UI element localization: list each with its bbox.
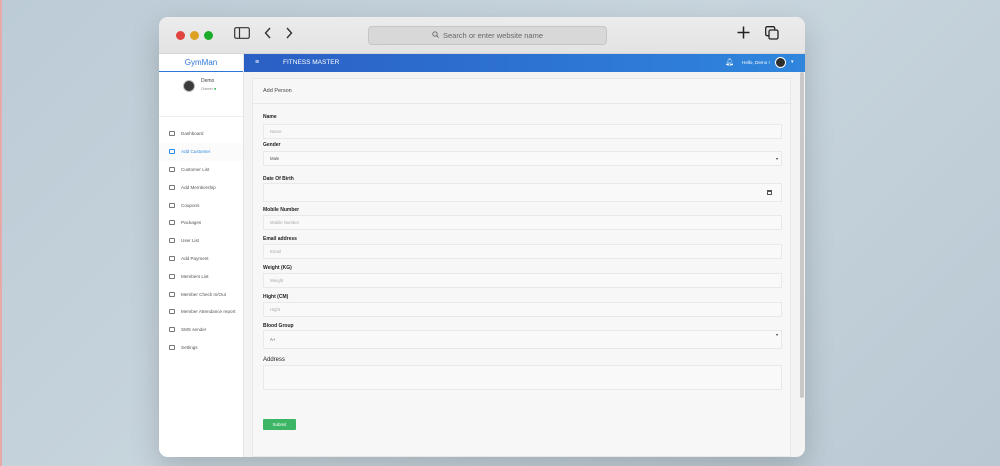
address-bar-placeholder: Search or enter website name <box>442 31 544 40</box>
flag-icon <box>169 344 175 350</box>
app-header: ≡ FITNESS MASTER 🔔︎ Hello, Demo ! ▾ <box>244 54 805 72</box>
gender-value: Male <box>270 156 280 161</box>
browser-toolbar: Search or enter website name <box>159 17 805 54</box>
sidebar-toggle-icon[interactable] <box>234 26 250 44</box>
height-field[interactable]: Hight <box>263 302 782 317</box>
address-bar[interactable]: Search or enter website name <box>368 26 607 45</box>
sidebar-item-sms-sender[interactable]: SMS sender <box>159 321 243 339</box>
profile-role: Owner ● <box>201 86 217 91</box>
maximize-window-button[interactable] <box>204 31 213 40</box>
sms-icon <box>169 327 175 333</box>
menu-icon[interactable]: ≡ <box>255 59 259 67</box>
mobile-field[interactable]: Mobile Number <box>263 215 782 230</box>
brand-logo[interactable]: GymMan <box>159 54 243 72</box>
name-field[interactable]: Name <box>263 124 782 139</box>
sidebar-item-settings[interactable]: Settings <box>159 339 243 357</box>
sidebar-item-coupons[interactable]: Coupons <box>159 196 243 214</box>
select-arrow-icon: ▾ <box>775 156 778 161</box>
dob-label: Date Of Birth <box>263 176 294 182</box>
coupon-icon <box>169 202 175 208</box>
submit-button[interactable]: Submit <box>263 419 296 430</box>
blood-group-label: Blood Group <box>263 323 294 329</box>
weight-field[interactable]: Weight <box>263 273 782 288</box>
card-icon <box>169 291 175 297</box>
app-title: FITNESS MASTER <box>283 59 340 66</box>
notification-bell-icon[interactable]: 🔔︎ <box>725 58 734 66</box>
height-label: Hight (CM) <box>263 294 289 300</box>
browser-window: Search or enter website name GymMan Demo… <box>159 17 805 457</box>
users-icon <box>169 238 175 244</box>
address-label: Address <box>263 357 286 363</box>
user-avatar[interactable] <box>775 57 786 68</box>
avatar <box>183 80 195 92</box>
sidebar-item-members-list[interactable]: Members List <box>159 267 243 285</box>
background-edge <box>0 0 2 466</box>
sidebar-item-member-check-in-out[interactable]: Member Check In/Out <box>159 285 243 303</box>
list-icon <box>169 220 175 226</box>
profile-name: Demo <box>201 78 215 84</box>
mobile-label: Mobile Number <box>263 207 300 213</box>
calendar-icon[interactable] <box>767 190 772 195</box>
add-user-icon <box>169 149 175 155</box>
blood-group-select[interactable]: A+ ▾ <box>263 330 782 349</box>
tab-overview-icon[interactable] <box>765 26 779 45</box>
search-icon <box>432 31 439 40</box>
blood-group-value: A+ <box>270 337 276 342</box>
sidebar-item-customer-list[interactable]: Customer List <box>159 161 243 179</box>
sidebar-menu: Dashboard Add Customer Customer List Add… <box>159 117 243 356</box>
sidebar-item-member-attendance-report[interactable]: Member Attendance report <box>159 303 243 321</box>
scrollbar[interactable] <box>800 72 804 398</box>
sidebar-item-dashboard[interactable]: Dashboard <box>159 125 243 143</box>
sidebar-item-add-membership[interactable]: Add Membership <box>159 178 243 196</box>
email-field[interactable]: Email <box>263 244 782 259</box>
page-title: Add Person <box>263 88 292 94</box>
gender-label: Gender <box>263 142 281 148</box>
online-status-icon: ● <box>213 86 217 91</box>
dob-field[interactable] <box>263 183 782 202</box>
minimize-window-button[interactable] <box>190 31 199 40</box>
greeting-text: Hello, Demo ! <box>742 60 770 65</box>
sidebar-item-user-list[interactable]: User List <box>159 232 243 250</box>
add-person-card: Add Person Name Name Gender Male ▾ Date O… <box>252 78 792 457</box>
membership-icon <box>169 184 175 190</box>
card-icon <box>169 309 175 315</box>
card-icon <box>169 273 175 279</box>
chevron-down-icon[interactable]: ▾ <box>791 59 794 65</box>
forward-icon[interactable] <box>285 26 293 44</box>
sidebar-item-add-payment[interactable]: Add Payment <box>159 250 243 268</box>
new-tab-icon[interactable] <box>737 26 750 44</box>
divider <box>253 103 792 104</box>
address-textarea[interactable] <box>263 365 782 390</box>
back-icon[interactable] <box>264 26 272 44</box>
sidebar: GymMan Demo Owner ● Dashboard Add Custom… <box>159 54 244 457</box>
sidebar-item-add-customer[interactable]: Add Customer <box>159 142 243 161</box>
select-arrow-icon: ▾ <box>775 332 778 337</box>
weight-label: Weight (KG) <box>263 265 292 271</box>
close-window-button[interactable] <box>176 31 185 40</box>
payment-icon <box>169 255 175 261</box>
dashboard-icon <box>169 131 175 137</box>
name-label: Name <box>263 114 277 120</box>
sidebar-item-packages[interactable]: Packages <box>159 214 243 232</box>
email-label: Email address <box>263 236 297 242</box>
gender-select[interactable]: Male ▾ <box>263 151 782 166</box>
user-profile: Demo Owner ● <box>159 72 243 117</box>
users-icon <box>169 166 175 172</box>
